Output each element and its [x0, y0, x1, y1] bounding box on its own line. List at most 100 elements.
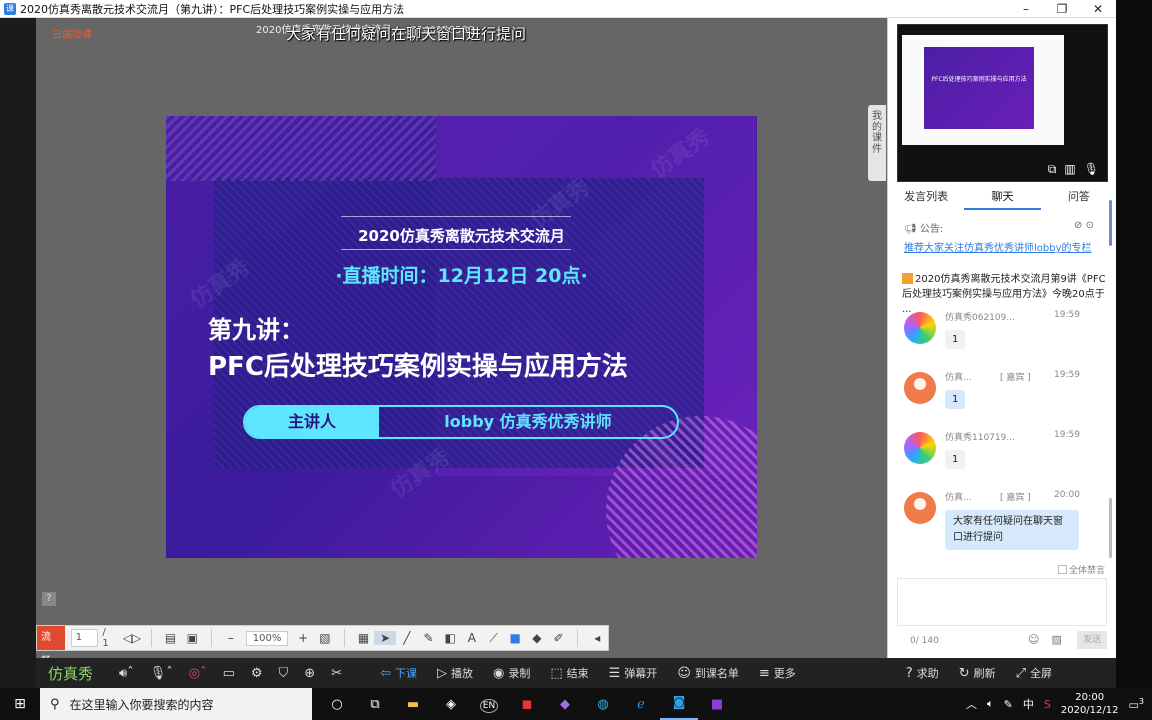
notice-link[interactable]: 推荐大家关注仿真秀优秀讲师lobby的专栏 [904, 239, 1092, 254]
cortana-icon[interactable]: ○ [318, 697, 356, 712]
send-button[interactable]: 发送 [1077, 631, 1107, 649]
end-button[interactable]: ⬚ 结束 [550, 665, 588, 681]
mic-level-icon[interactable]: 🎙︎ [1084, 162, 1099, 177]
end-icon: ⬚ [550, 665, 563, 681]
thumbnail-icon[interactable]: ▤ [160, 631, 182, 645]
danmaku-button[interactable]: ☰ 弹幕开 [609, 665, 658, 681]
end-class-button[interactable]: ⇦ 下课 [380, 665, 417, 681]
pointer-icon[interactable]: ➤ [374, 631, 397, 645]
eraser-icon[interactable]: ◆ [526, 631, 548, 645]
edit-icon[interactable]: ⊘ [1074, 220, 1082, 231]
language-app-icon[interactable]: EN [470, 697, 508, 713]
quality-mode-button[interactable]: 流畅 [37, 626, 65, 667]
main-stage: 云端授课 2020仿真秀离散元技术交流月......2140158580 大家有… [36, 18, 887, 658]
shape-icon[interactable]: ◧ [439, 631, 461, 645]
question-icon[interactable]: ? [42, 592, 56, 606]
guest-badge: [ 嘉宾 ] [1000, 493, 1031, 503]
message-time: 19:59 [1054, 430, 1080, 440]
roster-button[interactable]: ☺ 到课名单 [677, 665, 739, 681]
tab-qa[interactable]: 问答 [1041, 188, 1117, 210]
clear-annotations-icon[interactable]: ▧ [314, 631, 336, 645]
scissors-icon[interactable]: ✂ [331, 666, 342, 681]
courseware-tab[interactable]: 我的课件 [868, 105, 886, 181]
screen-share-icon[interactable]: ▭ [223, 666, 235, 681]
slide-speaker-label: 主讲人 [245, 407, 379, 437]
message-scrollbar[interactable] [1109, 498, 1112, 558]
chat-input[interactable] [897, 578, 1107, 626]
text-icon[interactable]: A [461, 631, 483, 645]
pen-icon[interactable]: ✎ [1004, 698, 1013, 711]
clock[interactable]: 20:00 2020/12/12 [1061, 691, 1119, 717]
restore-icon[interactable]: ❐ [1044, 0, 1080, 18]
message-time: 20:00 [1054, 490, 1080, 500]
zoom-in-button[interactable]: + [292, 631, 314, 645]
stage-banner: 大家有任何疑问在聊天窗口进行提问 [286, 25, 527, 43]
ime-indicator[interactable]: 中 [1023, 696, 1034, 712]
stage-logo: 云端授课 [52, 30, 92, 41]
chat-scrollbar[interactable] [1109, 200, 1112, 246]
message-text: 大家有任何疑问在聊天窗口进行提问 [945, 510, 1079, 550]
mute-all-toggle[interactable]: 全体禁言 [1058, 563, 1105, 576]
close-icon[interactable]: ✕ [1080, 0, 1116, 18]
classroom-app-icon[interactable]: ◙ [660, 688, 698, 720]
laser-icon[interactable]: ⟋ [483, 631, 505, 646]
minimize-icon[interactable]: – [1008, 0, 1044, 18]
file-explorer-icon[interactable]: ▬ [394, 697, 432, 712]
color-icon[interactable]: ■ [504, 631, 526, 645]
message-text: 1 [945, 450, 966, 469]
show-hidden-icons[interactable]: ︿ [966, 696, 977, 712]
youdao-icon[interactable]: ◼ [508, 697, 546, 712]
task-view-icon[interactable]: ⧉ [356, 697, 394, 712]
emoji-icon[interactable]: ☺ [1028, 633, 1039, 646]
media-app-icon[interactable]: ■ [698, 697, 736, 712]
page-nav-icon[interactable]: ◁▷ [121, 631, 143, 645]
refresh-button[interactable]: ↻ 刷新 [959, 665, 996, 681]
camera-icon[interactable]: ◎ˆ [189, 666, 207, 681]
brush-icon[interactable]: ✐ [548, 631, 570, 645]
settings-icon[interactable]: ⚙ [251, 666, 263, 681]
help-button[interactable]: ? 求助 [906, 665, 939, 681]
notice-controls: ⊘ ⊙ [1074, 220, 1094, 231]
highlighter-icon[interactable]: ✎ [418, 631, 440, 645]
taskbar-search[interactable]: ⚲ 在这里输入你要搜索的内容 [40, 688, 312, 720]
ppt-icon[interactable]: ▦ [353, 631, 375, 645]
speaker-icon[interactable]: 🔊︎ˆ [119, 666, 134, 681]
more-button[interactable]: ≡ 更多 [759, 665, 796, 681]
ie-icon[interactable]: ℯ [622, 697, 660, 712]
sogou-icon[interactable]: S [1044, 698, 1051, 711]
play-button[interactable]: ▷ 播放 [437, 665, 473, 681]
shield-icon[interactable]: ⛉ [279, 666, 289, 681]
fullscreen-icon: ⤢ [1015, 665, 1026, 681]
plugin-icon[interactable]: ⊕ [304, 666, 315, 681]
save-icon[interactable]: ▣ [181, 631, 203, 645]
chat-message: 仿真... [ 嘉宾 ] 20:00 大家有任何疑问在聊天窗口进行提问 [904, 490, 1104, 556]
volume-icon[interactable]: 🔈︎ [987, 697, 994, 711]
slide-broadcast-time: ·直播时间：12月12日 20点· [335, 265, 588, 287]
zoom-out-button[interactable]: – [220, 631, 242, 645]
edge-icon[interactable]: ◍ [584, 697, 622, 712]
tab-speakers[interactable]: 发言列表 [888, 188, 964, 210]
search-icon: ⚲ [50, 696, 60, 712]
language-app-label: EN [479, 698, 499, 713]
signal-icon: ▥ [1064, 162, 1076, 176]
collapse-toolbar-icon[interactable]: ◂ [586, 631, 608, 645]
microphone-icon[interactable]: 🎙︎ˆ [150, 666, 173, 681]
slide-topic: PFC后处理技巧案例实操与应用方法 [208, 352, 628, 382]
notification-icon[interactable]: ▭3 [1129, 697, 1145, 712]
fullscreen-button[interactable]: ⤢ 全屏 [1016, 665, 1052, 681]
danmaku-label: 弹幕开 [624, 667, 658, 680]
collapse-icon[interactable]: ⊙ [1086, 220, 1094, 231]
switch-view-icon[interactable]: ⧉ [1048, 162, 1057, 177]
message-text: 1 [945, 330, 966, 349]
record-button[interactable]: ◉ 录制 [493, 665, 530, 681]
page-number-input[interactable]: 1 [70, 629, 99, 647]
preview-slide: PFC后处理技巧案例实操与应用方法 [924, 47, 1034, 129]
tab-chat[interactable]: 聊天 [964, 188, 1041, 210]
app-icon-1[interactable]: ◈ [432, 697, 470, 712]
image-icon[interactable]: ▨ [1051, 633, 1061, 646]
pen-icon[interactable]: ╱ [396, 631, 418, 645]
visual-studio-icon[interactable]: ◆ [546, 697, 584, 712]
windows-start-icon[interactable]: ⊞ [0, 696, 40, 712]
teacher-video-preview[interactable]: PFC后处理技巧案例实操与应用方法 ⧉ ▥ 🎙︎ [897, 24, 1108, 182]
checkbox[interactable] [1058, 565, 1067, 574]
